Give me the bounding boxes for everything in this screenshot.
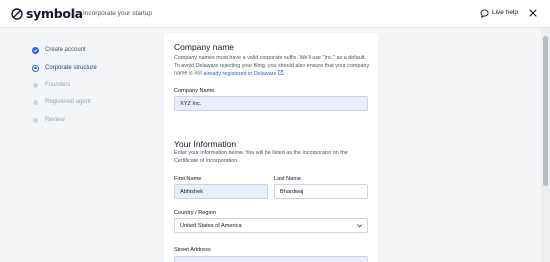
close-button[interactable] [527, 7, 539, 19]
company-name-label: Company Name [174, 88, 215, 94]
step-label: Review [45, 117, 65, 123]
brand-logo[interactable]: symbola [11, 7, 83, 21]
current-step-icon [32, 64, 39, 72]
last-name-value: Bhardwaj [280, 189, 304, 195]
step-label: Registered agent [45, 99, 91, 105]
info-section-description: Enter your information below. You will b… [174, 150, 348, 164]
chat-bubble-icon [480, 8, 489, 18]
step-review: Review [32, 116, 65, 124]
first-name-value: Abhishek [180, 189, 204, 195]
step-registered-agent: Registered agent [32, 98, 91, 106]
symbola-logo-icon [11, 8, 23, 20]
live-help-label: Live help [492, 9, 519, 16]
app-header: symbola Incorporate your startup Live he… [0, 0, 550, 28]
street-address-label: Street Address [174, 247, 211, 253]
scrollbar-thumb[interactable] [543, 36, 548, 186]
close-icon [529, 9, 537, 17]
first-name-label: First Name [174, 176, 202, 182]
form-card: Company name Company names must have a v… [164, 33, 378, 262]
header-divider [74, 8, 75, 20]
step-label: Create account [45, 47, 86, 53]
page-scrollbar[interactable] [541, 28, 550, 262]
country-label: Country / Region [174, 210, 216, 216]
last-name-label: Last Name [274, 176, 302, 182]
check-circle-icon [32, 46, 39, 54]
external-link-icon [278, 70, 283, 75]
company-name-input[interactable]: XYZ Inc. [174, 96, 368, 111]
step-founders: Founders [32, 81, 70, 89]
info-section-title: Your Information [174, 139, 237, 149]
pending-step-icon [33, 82, 38, 88]
street-address-input[interactable] [174, 256, 368, 262]
step-label: Corporate structure [45, 65, 97, 71]
delaware-registry-link[interactable]: already registered in Delaware [203, 70, 283, 77]
delaware-link-text: already registered in Delaware [203, 70, 277, 77]
live-help-button[interactable]: Live help [480, 8, 518, 18]
pending-step-icon [33, 117, 38, 123]
header-subtitle: Incorporate your startup [83, 10, 153, 17]
country-select[interactable]: United States of America [174, 218, 368, 233]
chevron-down-icon [357, 224, 362, 228]
first-name-input[interactable]: Abhishek [174, 184, 268, 199]
pending-step-icon [33, 99, 38, 105]
step-create-account[interactable]: Create account [32, 46, 86, 54]
country-value: United States of America [180, 223, 242, 229]
step-corporate-structure[interactable]: Corporate structure [32, 64, 97, 72]
step-label: Founders [45, 82, 71, 88]
company-section-description: Company names must have a valid corporat… [174, 55, 370, 77]
company-name-value: XYZ Inc. [180, 101, 202, 107]
last-name-input[interactable]: Bhardwaj [274, 184, 368, 199]
company-section-title: Company name [174, 42, 235, 52]
